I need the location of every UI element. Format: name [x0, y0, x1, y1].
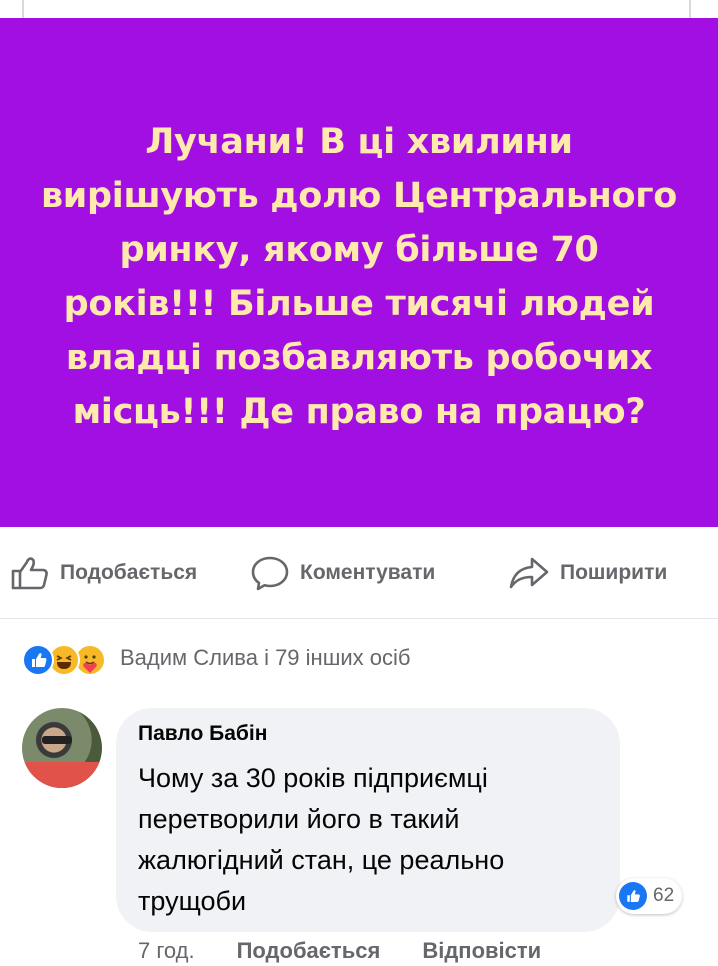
comment-button[interactable]: Коментувати: [250, 542, 435, 604]
card-border-left: [22, 0, 24, 18]
card-border-right: [689, 0, 691, 18]
like-reaction-icon: [619, 882, 647, 910]
like-button[interactable]: Подобається: [10, 542, 197, 604]
comment-reply-button[interactable]: Відповісти: [422, 938, 541, 964]
like-button-label: Подобається: [60, 561, 198, 584]
post-text-card: Лучани! В ці хвилини вирішують долю Цент…: [0, 18, 718, 527]
comment-reaction-count-value: 62: [653, 885, 675, 906]
comment-button-label: Коментувати: [300, 561, 436, 584]
comment-bubble: Павло Бабін Чому за 30 років підприємці …: [116, 708, 620, 932]
speech-bubble-icon: [251, 556, 289, 591]
share-arrow-icon: [509, 557, 549, 589]
like-reaction-icon: [22, 644, 54, 676]
comment-timestamp[interactable]: 7 год.: [138, 938, 195, 964]
comment-author[interactable]: Павло Бабін: [138, 722, 267, 746]
previous-post-edge: [0, 0, 718, 18]
share-button[interactable]: Поширити: [508, 542, 667, 604]
comment-meta: 7 год. Подобається Відповісти: [138, 936, 541, 966]
comment-like-button[interactable]: Подобається: [237, 938, 381, 964]
reactions-summary[interactable]: Вадим Слива і 79 інших осіб: [22, 640, 410, 676]
avatar-glasses: [42, 736, 72, 744]
avatar-shirt: [22, 762, 102, 788]
post-action-bar: Подобається Коментувати Поширити: [0, 542, 718, 604]
divider: [0, 618, 718, 619]
share-button-label: Поширити: [560, 561, 668, 584]
reaction-icons: [22, 642, 122, 676]
thumbs-up-outline-icon: [11, 557, 48, 590]
reactions-text: Вадим Слива і 79 інших осіб: [120, 645, 411, 670]
post-text: Лучани! В ці хвилини вирішують долю Цент…: [40, 121, 678, 432]
comment-text: Чому за 30 років підприємці перетворили …: [138, 763, 505, 916]
avatar[interactable]: [22, 708, 102, 788]
comment-reaction-count[interactable]: 62: [616, 878, 683, 914]
